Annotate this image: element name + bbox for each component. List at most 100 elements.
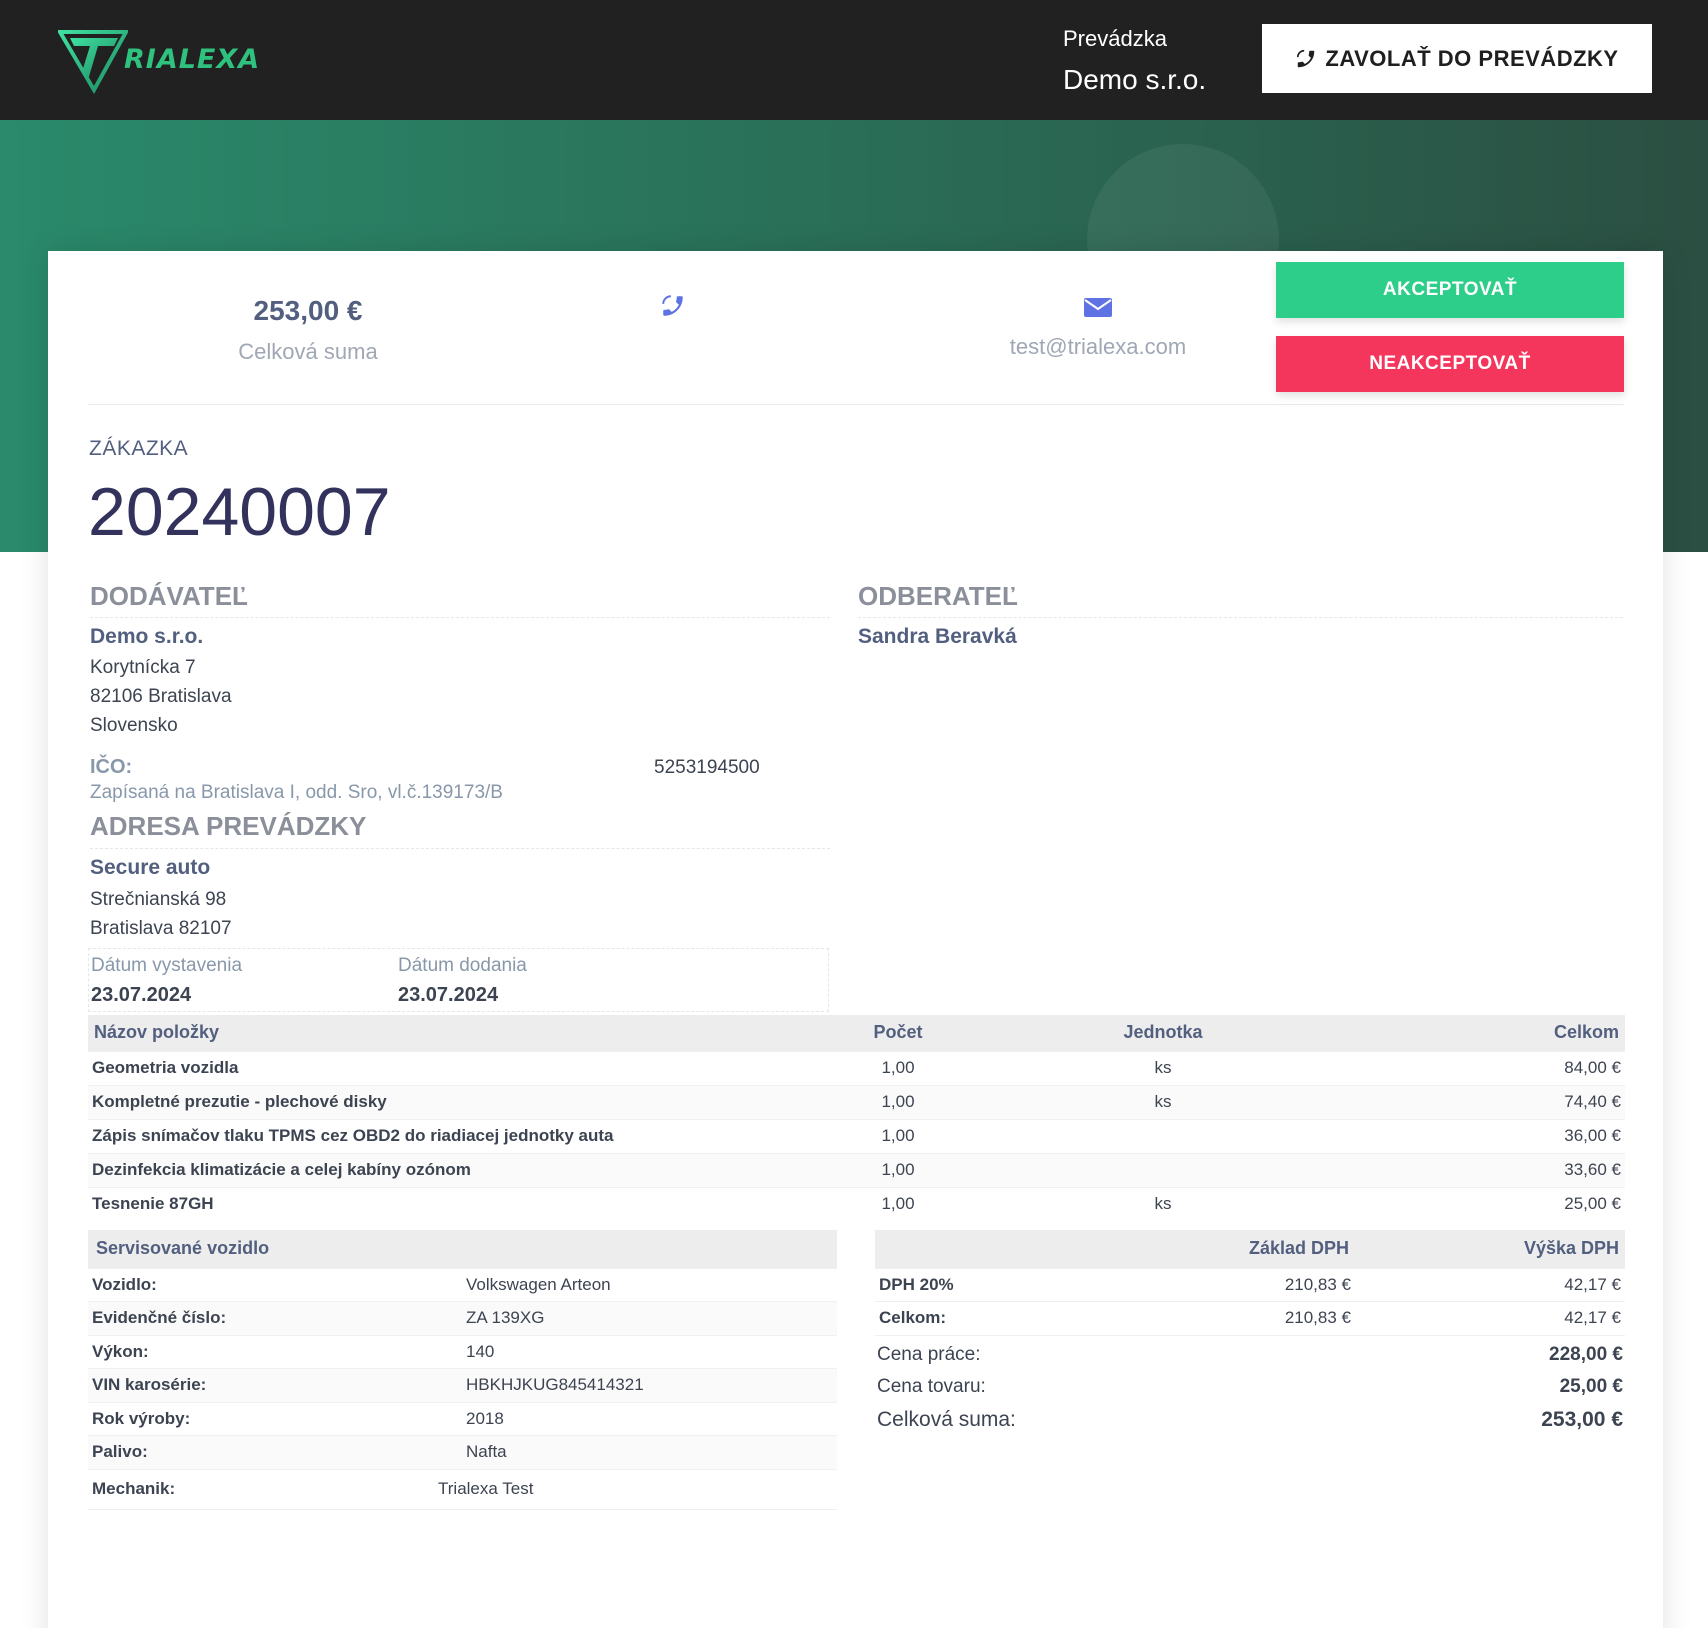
vat-key: DPH 20% [875,1267,1125,1302]
logo-text: RIALEXA [124,44,261,75]
shop-address-city: Bratislava 82107 [90,918,232,939]
item-qty: 1,00 [848,1152,948,1187]
shop-label: Prevádzka [1063,26,1167,51]
email-stat[interactable]: test@trialexa.com [928,295,1268,360]
customer-name: Sandra Beravká [858,625,1017,648]
item-unit: ks [948,1050,1378,1085]
vat-table: Základ DPH Výška DPH DPH 20% 210,83 € 42… [875,1230,1625,1336]
table-row: DPH 20% 210,83 € 42,17 € [875,1267,1625,1302]
item-total: 36,00 € [1378,1118,1625,1153]
item-unit: ks [948,1084,1378,1119]
issued-date-value: 23.07.2024 [91,984,192,1006]
trialexa-logo[interactable]: RIALEXA [58,28,278,94]
ico-label: IČO: [90,756,133,778]
delivery-date-label: Dátum dodania [398,955,527,976]
grand-total-row: Celková suma: 253,00 € [877,1408,1623,1432]
total-stat-value: 253,00 € [253,295,363,326]
supplier-city: 82106 Bratislava [90,686,232,707]
delivery-date-value: 23.07.2024 [398,984,499,1006]
goods-price-value: 25,00 € [1559,1376,1623,1397]
vat-base: 210,83 € [1125,1301,1355,1336]
vat-header-row: Základ DPH Výška DPH [875,1230,1625,1268]
mechanic-value: Trialexa Test [438,1468,813,1510]
call-shop-button[interactable]: ZAVOLAŤ DO PREVÁDZKY [1262,24,1652,93]
item-name: Dezinfekcia klimatizácie a celej kabíny … [88,1152,848,1187]
grand-total-label: Celková suma: [877,1408,1016,1431]
item-total: 25,00 € [1378,1186,1625,1221]
item-qty: 1,00 [848,1118,948,1153]
vehicle-table: Servisované vozidlo Vozidlo: Volkswagen … [88,1230,837,1510]
item-name: Zápis snímačov tlaku TPMS cez OBD2 do ri… [88,1118,848,1153]
vat-base: 210,83 € [1125,1267,1355,1302]
item-qty: 1,00 [848,1084,948,1119]
reject-button[interactable]: NEAKCEPTOVAŤ [1276,336,1624,392]
labor-price-value: 228,00 € [1549,1344,1623,1365]
vehicle-key: Výkon: [88,1334,462,1369]
vehicle-key: Rok výroby: [88,1401,462,1436]
shop-address-name: Secure auto [90,856,211,879]
table-row: Rok výroby: 2018 [88,1401,837,1436]
goods-price-row: Cena tovaru: 25,00 € [877,1376,1623,1398]
logo-mark-icon [58,30,128,94]
table-row: VIN karosérie: HBKHJKUG845414321 [88,1368,837,1402]
item-total: 33,60 € [1378,1152,1625,1187]
supplier-title: DODÁVATEĽ [90,581,248,611]
items-header-qty: Počet [848,1015,948,1051]
vehicle-key: Vozidlo: [88,1267,462,1302]
item-unit: ks [948,1186,1378,1221]
item-total: 84,00 € [1378,1050,1625,1085]
item-total: 74,40 € [1378,1084,1625,1119]
table-row: Dezinfekcia klimatizácie a celej kabíny … [88,1152,1625,1187]
accept-button[interactable]: AKCEPTOVAŤ [1276,262,1624,318]
phone-icon[interactable] [660,291,686,321]
vehicle-header-row: Servisované vozidlo [88,1230,837,1268]
item-name: Kompletné prezutie - plechové disky [88,1084,848,1119]
items-header-unit: Jednotka [948,1015,1378,1051]
vehicle-value: Volkswagen Arteon [462,1267,837,1302]
table-row: Celkom: 210,83 € 42,17 € [875,1301,1625,1336]
order-number: 20240007 [88,474,391,550]
phone-stat[interactable] [638,291,708,326]
phone-icon [1297,49,1315,67]
shop-name: Demo s.r.o. [1063,64,1207,95]
grand-total-value: 253,00 € [1541,1408,1623,1431]
goods-price-label: Cena tovaru: [877,1376,986,1397]
vehicle-value: HBKHJKUG845414321 [462,1368,837,1402]
top-bar: RIALEXA Prevádzka Demo s.r.o. ZAVOLAŤ DO… [0,0,1708,120]
supplier-registration: Zapísaná na Bratislava I, odd. Sro, vl.č… [90,782,503,803]
supplier-country: Slovensko [90,715,178,736]
table-row: Zápis snímačov tlaku TPMS cez OBD2 do ri… [88,1118,1625,1153]
shop-address-title: ADRESA PREVÁDZKY [90,811,367,841]
total-stat-label: Celková suma [238,339,378,364]
vehicle-value: 140 [462,1334,837,1369]
labor-price-row: Cena práce: 228,00 € [877,1344,1623,1366]
vat-header-empty [875,1230,1125,1268]
table-row: Kompletné prezutie - plechové disky 1,00… [88,1084,1625,1119]
supplier-divider [90,617,830,618]
order-label: ZÁKAZKA [89,437,189,460]
supplier-name: Demo s.r.o. [90,625,204,648]
vat-amount: 42,17 € [1355,1267,1625,1302]
vat-key: Celkom: [875,1301,1125,1336]
table-row: Evidenčné číslo: ZA 139XG [88,1301,837,1335]
envelope-icon [1084,298,1112,317]
item-unit [948,1152,1378,1187]
vehicle-key: Palivo: [88,1435,462,1469]
item-unit [948,1118,1378,1153]
order-card: 253,00 € Celková suma test@trialexa.com … [48,251,1663,1628]
vehicle-key: Evidenčné číslo: [88,1301,462,1335]
dates-box: Dátum vystavenia 23.07.2024 Dátum dodani… [88,948,829,1012]
divider [88,404,1624,405]
item-qty: 1,00 [848,1050,948,1085]
vehicle-title: Servisované vozidlo [88,1230,837,1268]
supplier-street: Korytnícka 7 [90,657,196,678]
shop-address-street: Strečnianská 98 [90,889,227,910]
labor-price-label: Cena práce: [877,1344,981,1365]
issued-date-label: Dátum vystavenia [91,955,243,976]
ico-value: 5253194500 [654,757,760,778]
table-row: Tesnenie 87GH 1,00 ks 25,00 € [88,1186,1625,1221]
vehicle-value: Nafta [462,1435,837,1469]
email-link[interactable]: test@trialexa.com [928,334,1268,360]
total-stat: 253,00 € Celková suma [188,295,428,365]
table-row: Vozidlo: Volkswagen Arteon [88,1267,837,1302]
